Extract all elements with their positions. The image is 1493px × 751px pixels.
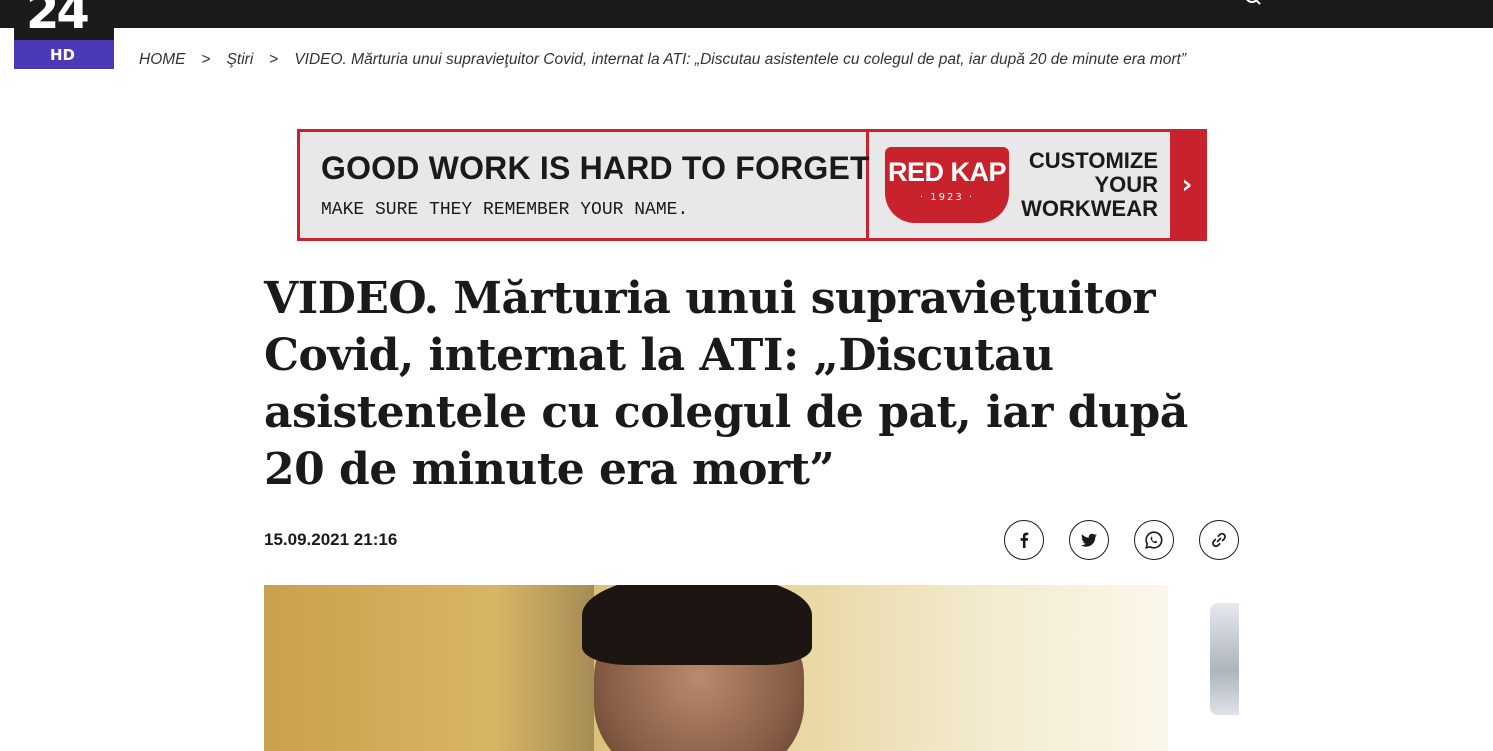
breadcrumb-separator: > [269, 51, 279, 68]
share-whatsapp-button[interactable] [1134, 520, 1174, 560]
ad-headline: GOOD WORK IS HARD TO FORGET [321, 150, 870, 186]
logo-number: 24 [26, 0, 90, 40]
image-side-object [1210, 603, 1239, 715]
top-navigation-bar [0, 0, 1493, 28]
search-icon[interactable] [1244, 0, 1264, 6]
breadcrumb-current: VIDEO. Mărturia unui supravieţuitor Covi… [294, 51, 1187, 68]
ad-brand-logo: RED KAP · 1923 · [885, 147, 1009, 223]
share-twitter-button[interactable] [1069, 520, 1109, 560]
site-logo[interactable]: 24 HD [14, 0, 114, 69]
facebook-icon [1020, 532, 1029, 548]
ad-cta-line: WORKWEAR [1021, 196, 1158, 221]
ad-call-to-action: CUSTOMIZE YOUR WORKWEAR [1006, 149, 1158, 221]
article-main-image[interactable] [264, 585, 1239, 751]
breadcrumb-home[interactable]: HOME [139, 51, 186, 69]
ad-subline: MAKE SURE THEY REMEMBER YOUR NAME. [321, 200, 689, 220]
whatsapp-icon [1145, 531, 1163, 549]
copy-link-button[interactable] [1199, 520, 1239, 560]
breadcrumb-separator: > [201, 51, 211, 68]
article-datetime: 15.09.2021 21:16 [264, 530, 398, 549]
advertisement-banner[interactable]: GOOD WORK IS HARD TO FORGET MAKE SURE TH… [297, 129, 1207, 241]
breadcrumb-section[interactable]: Ştiri [227, 51, 254, 69]
breadcrumb: HOME > Ştiri > VIDEO. Mărturia unui supr… [139, 49, 1186, 71]
logo-hd-label: HD [14, 40, 114, 69]
twitter-icon [1081, 533, 1097, 547]
share-facebook-button[interactable] [1004, 520, 1044, 560]
ad-arrow-button[interactable]: › [1170, 132, 1204, 238]
image-person-hair [582, 585, 812, 665]
ad-brand-name: RED KAP [887, 157, 1007, 187]
ad-cta-line: YOUR [1094, 172, 1158, 197]
ad-text-panel: GOOD WORK IS HARD TO FORGET MAKE SURE TH… [300, 132, 870, 238]
link-icon [1212, 532, 1226, 548]
article-title: VIDEO. Mărturia unui supravieţuitor Covi… [264, 273, 1188, 495]
ad-brand-year: · 1923 · [919, 192, 975, 203]
ad-cta-line: CUSTOMIZE [1028, 148, 1158, 173]
image-shadow [494, 585, 594, 751]
